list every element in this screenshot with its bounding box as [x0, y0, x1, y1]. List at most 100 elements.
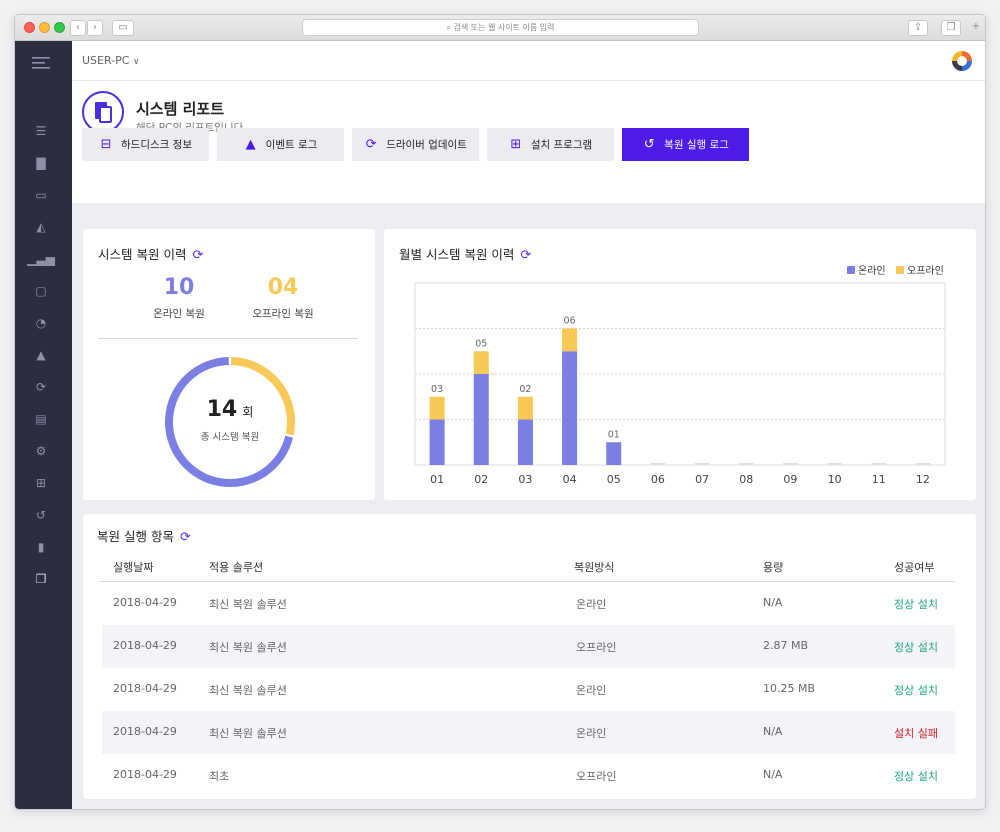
cell-solution: 최초 — [209, 770, 230, 783]
battery-icon[interactable]: ▮ — [32, 539, 50, 555]
report-icon — [82, 91, 124, 133]
refresh-icon[interactable]: ⟳ — [192, 248, 203, 263]
x-tick-label: 07 — [695, 473, 709, 486]
bar-online — [473, 374, 489, 465]
table-row[interactable]: 2018-04-29 최신 복원 솔루션 온라인 N/A 설치 실패 — [102, 711, 955, 754]
cell-size: 10.25 MB — [763, 682, 816, 695]
offline-label: 오프라인 복원 — [252, 308, 314, 320]
legend-swatch — [896, 266, 904, 274]
x-tick-label: 05 — [607, 473, 621, 486]
tabs-icon[interactable]: ❐ — [941, 20, 961, 36]
x-tick-label: 04 — [563, 473, 577, 486]
x-tick-label: 09 — [783, 473, 797, 486]
minimize-window-button[interactable] — [39, 22, 50, 33]
windows-icon[interactable]: ⊞ — [32, 475, 50, 491]
undo-icon: ↺ — [643, 136, 655, 152]
tab-hard-disk[interactable]: ⊟ 하드디스크 정보 — [82, 128, 209, 161]
cell-date: 2018-04-29 — [113, 596, 177, 609]
legend-swatch — [847, 266, 855, 274]
bar-data-label: 03 — [431, 384, 443, 395]
bar-empty — [694, 463, 710, 465]
pc-selector[interactable]: USER-PC ∨ — [82, 54, 140, 67]
bar-online — [562, 351, 578, 465]
address-bar[interactable]: ⌕ 검색 또는 웹 사이트 이름 입력 — [302, 19, 699, 36]
total-number: 14 — [206, 397, 238, 422]
header-size: 용량 — [763, 561, 784, 574]
share-icon[interactable]: ⇪ — [908, 20, 928, 36]
cell-result: 설치 실패 — [894, 727, 938, 740]
bar-empty — [915, 463, 931, 465]
pc-name: USER-PC — [82, 54, 130, 67]
undo-icon[interactable]: ↺ — [32, 507, 50, 523]
document-icon[interactable]: ▇ — [32, 155, 50, 171]
cell-date: 2018-04-29 — [113, 725, 177, 738]
x-tick-label: 12 — [916, 473, 930, 486]
close-window-button[interactable] — [24, 22, 35, 33]
table-row[interactable]: 2018-04-29 최초 오프라인 N/A 정상 설치 — [102, 754, 955, 797]
bar-empty — [871, 463, 887, 465]
cell-date: 2018-04-29 — [113, 768, 177, 781]
menu-icon[interactable] — [32, 55, 50, 71]
forward-icon[interactable]: › — [87, 20, 103, 36]
sync-icon[interactable]: ⟳ — [32, 379, 50, 395]
x-tick-label: 03 — [518, 473, 532, 486]
header-method: 복원방식 — [574, 561, 615, 574]
warning-icon: ▲ — [245, 136, 256, 152]
restore-donut-chart — [165, 357, 295, 487]
cell-solution: 최신 복원 솔루션 — [209, 684, 287, 697]
bar-offline — [562, 328, 578, 352]
monitor-icon[interactable]: ▭ — [32, 187, 50, 203]
table-row[interactable]: 2018-04-29 최신 복원 솔루션 온라인 N/A 정상 설치 — [102, 582, 955, 625]
window-icon[interactable]: ▤ — [32, 411, 50, 427]
bar-online — [429, 419, 445, 465]
total-unit: 회 — [242, 405, 254, 419]
cell-size: N/A — [763, 725, 783, 738]
card-title-text: 시스템 복원 이력 — [98, 247, 187, 262]
settings-icon[interactable]: ⚙ — [32, 443, 50, 459]
sidebar: ☰ ▇ ▭ ◭ ▁▃▅ ▢ ◔ ▲ ⟳ ▤ ⚙ ⊞ ↺ ▮ ❐ — [15, 41, 72, 809]
table-row[interactable]: 2018-04-29 최신 복원 솔루션 오프라인 2.87 MB 정상 설치 — [102, 625, 955, 668]
hard-drive-icon[interactable]: ▢ — [32, 283, 50, 299]
offline-count: 04 — [267, 275, 299, 300]
browser-window: ‹ › ▭ ⌕ 검색 또는 웹 사이트 이름 입력 ⇪ ❐ + ☰ ▇ ▭ ◭ … — [14, 14, 986, 810]
new-tab-icon[interactable]: + — [968, 20, 984, 36]
cell-method: 오프라인 — [576, 770, 617, 783]
warning-icon[interactable]: ▲ — [32, 347, 50, 363]
tab-label: 복원 실행 로그 — [664, 139, 729, 151]
restore-log-card: 복원 실행 항목 ⟳ 실행날짜 적용 솔루션 복원방식 용량 성공여부 2018-… — [83, 514, 976, 799]
app-logo — [952, 51, 972, 71]
bar-offline — [517, 396, 533, 420]
cell-method: 온라인 — [576, 727, 607, 740]
x-tick-label: 06 — [651, 473, 665, 486]
top-bar: USER-PC ∨ — [72, 41, 985, 81]
tab-event-log[interactable]: ▲ 이벤트 로그 — [217, 128, 344, 161]
bar-data-label: 01 — [608, 429, 620, 440]
header-date: 실행날짜 — [113, 561, 154, 574]
report-icon[interactable]: ❐ — [32, 571, 50, 587]
bar-data-label: 06 — [564, 316, 576, 327]
header-solution: 적용 솔루션 — [209, 561, 264, 574]
restore-log-title: 복원 실행 항목 ⟳ — [97, 526, 191, 545]
table-row[interactable]: 2018-04-29 최신 복원 솔루션 온라인 10.25 MB 정상 설치 — [102, 668, 955, 711]
tab-label: 설치 프로그램 — [530, 139, 593, 151]
sidebar-toggle-icon[interactable]: ▭ — [112, 20, 134, 36]
monthly-bar-chart: 온라인 오프라인 03 01 05 02 02 03 06 04 01 05 06 07 08 09 10 11 1… — [414, 265, 946, 486]
tab-restore-log[interactable]: ↺ 복원 실행 로그 — [622, 128, 749, 161]
back-icon[interactable]: ‹ — [70, 20, 86, 36]
cell-result: 정상 설치 — [894, 598, 938, 611]
signal-icon[interactable]: ▁▃▅ — [27, 251, 55, 267]
tab-installed-programs[interactable]: ⊞ 설치 프로그램 — [487, 128, 614, 161]
cell-result: 정상 설치 — [894, 641, 938, 654]
main-content: USER-PC ∨ 시스템 리포트 해당 PC의 리포트입니다. ⊟하드디스크 … — [72, 41, 985, 809]
refresh-icon[interactable]: ⟳ — [180, 530, 191, 545]
total-label: 총 시스템 복원 — [200, 432, 260, 443]
cell-solution: 최신 복원 솔루션 — [209, 598, 287, 611]
maximize-window-button[interactable] — [54, 22, 65, 33]
x-tick-label: 01 — [430, 473, 444, 486]
pie-chart-icon[interactable]: ◔ — [32, 315, 50, 331]
cell-date: 2018-04-29 — [113, 639, 177, 652]
tab-driver-update[interactable]: ⟳ 드라이버 업데이트 — [352, 128, 479, 161]
area-chart-icon[interactable]: ◭ — [32, 219, 50, 235]
list-icon[interactable]: ☰ — [32, 123, 50, 139]
x-tick-label: 11 — [872, 473, 886, 486]
